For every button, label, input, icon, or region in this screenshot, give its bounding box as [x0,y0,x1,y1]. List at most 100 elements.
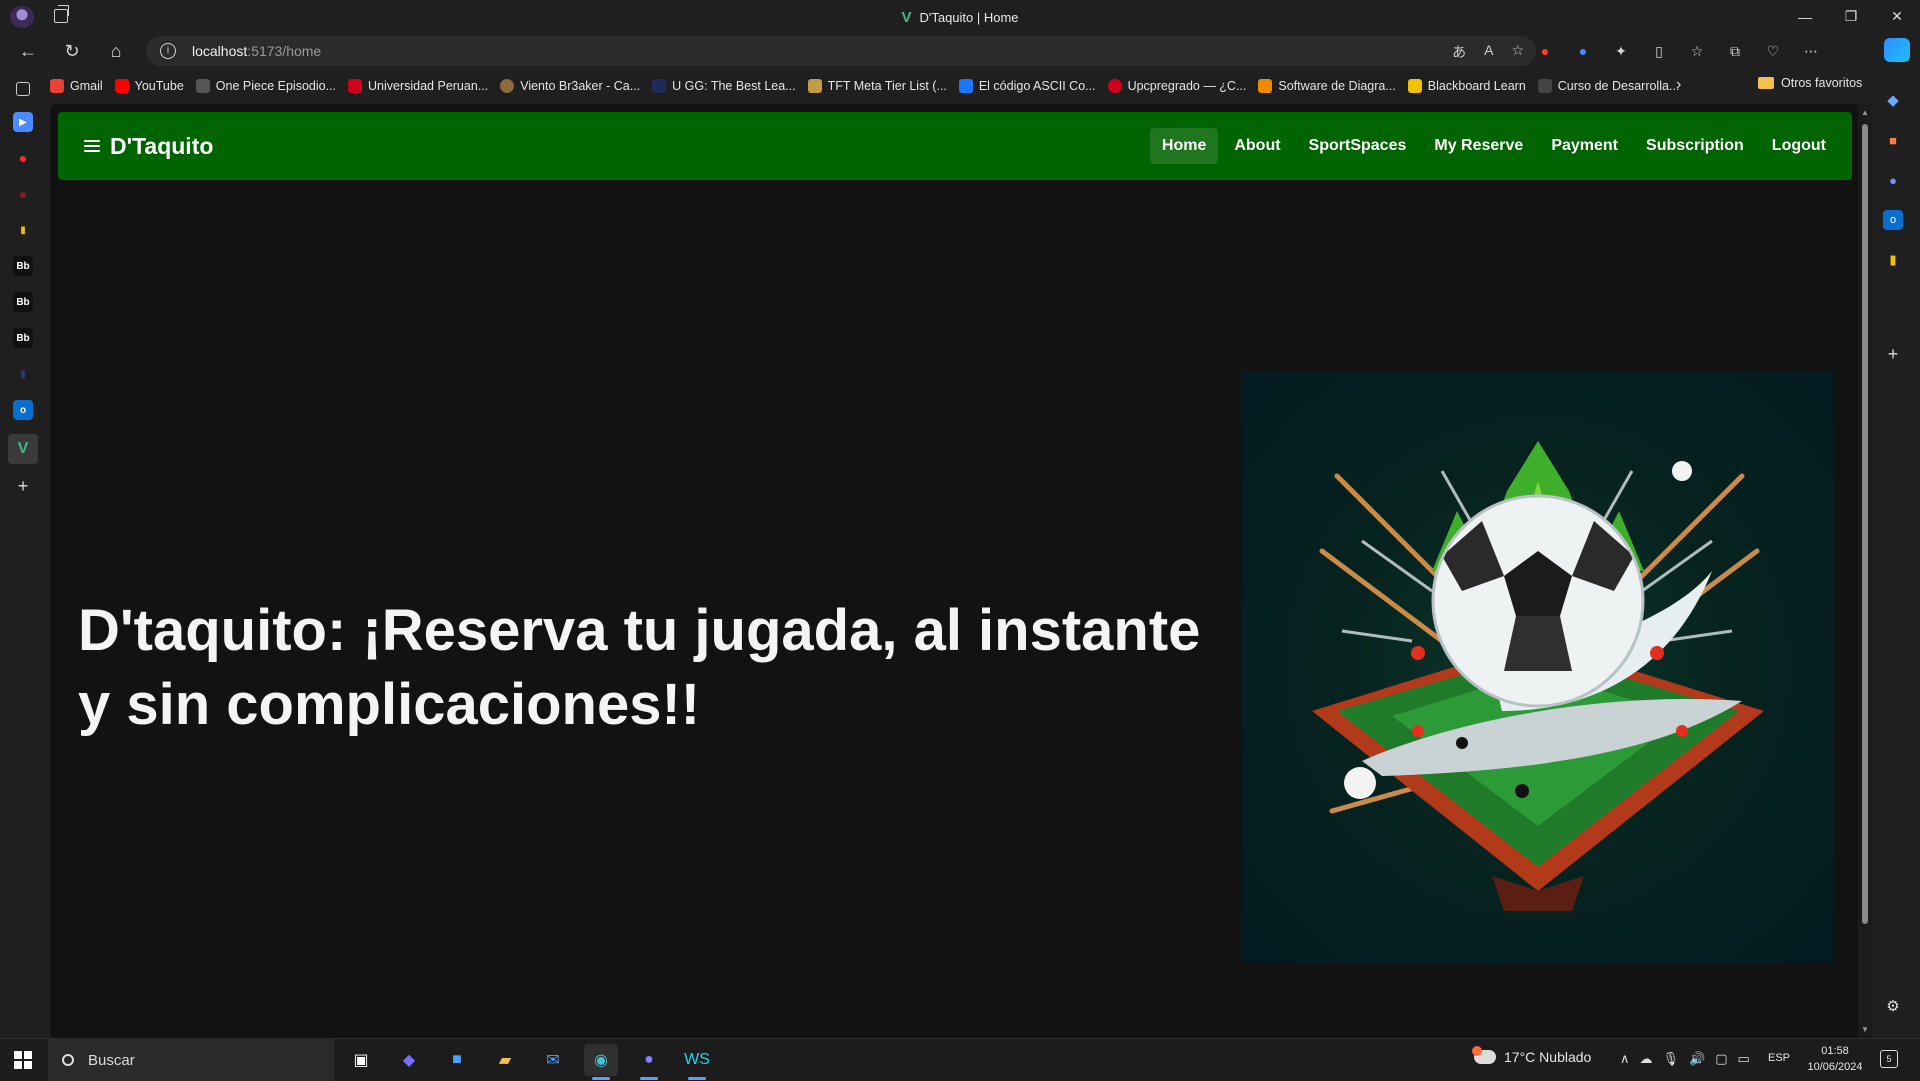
nav-payment[interactable]: Payment [1539,128,1630,164]
copilot-taskbar-icon[interactable]: ◆ [392,1044,426,1076]
menu-hamburger-icon[interactable] [84,140,100,152]
file-explorer-icon[interactable]: ▰ [488,1044,522,1076]
blackboard-tab-icon[interactable]: Bb [13,292,33,312]
favorites-icon[interactable]: ☆ [1687,41,1707,61]
favorite-star-icon[interactable]: ☆ [1511,42,1524,62]
shopping-tag-icon[interactable]: ◆ [1883,90,1903,110]
sidebar-settings-gear-icon[interactable]: ⚙ [1883,996,1903,1016]
bookmark-item[interactable]: El código ASCII Co... [958,79,1096,93]
outlook-icon[interactable]: o [1883,210,1903,230]
edge-browser-icon[interactable]: ◉ [584,1044,618,1080]
nav-subscription[interactable]: Subscription [1634,128,1756,164]
bookmark-favicon-icon [652,79,667,93]
read-aloud-icon[interactable]: A [1484,42,1493,62]
url-host: localhost [192,43,248,59]
webstorm-icon[interactable]: WS [680,1044,714,1080]
task-view-icon[interactable]: ▣ [344,1044,378,1076]
bookmark-item[interactable]: Upcpregrado — ¿C... [1107,79,1246,93]
restore-button[interactable]: ❐ [1828,0,1874,33]
address-bar[interactable]: i localhost:5173/home あ A ☆ [146,36,1536,66]
scroll-down-arrow-icon[interactable]: ▼ [1861,1025,1869,1034]
home-icon[interactable]: ⌂ [102,39,130,63]
refresh-icon[interactable]: ↻ [58,39,86,63]
translate-icon[interactable]: あ [1452,42,1466,62]
edge-sidebar: ◆ ■ ● o ▮ + ⚙ [1866,72,1920,1038]
add-sidebar-app-plus-icon[interactable]: + [1883,344,1903,364]
nav-my-reserve[interactable]: My Reserve [1422,128,1535,164]
volume-icon[interactable]: 🔊 [1689,1051,1705,1067]
nav-logout[interactable]: Logout [1760,128,1838,164]
bookmark-label: One Piece Episodio... [215,79,336,93]
page-viewport: D'Taquito Home About SportSpaces My Rese… [50,104,1860,1038]
onedrive-cloud-icon[interactable]: ☁ [1640,1051,1653,1067]
extension-blue-icon[interactable]: ● [1573,41,1593,61]
chart-app-icon[interactable]: ▮ [1883,250,1903,270]
network-icon[interactable]: ▭ [1738,1051,1750,1067]
extensions-puzzle-icon[interactable]: ✦ [1611,41,1631,61]
app-brand[interactable]: D'Taquito [110,133,213,160]
scroll-up-arrow-icon[interactable]: ▲ [1861,108,1869,117]
camera-icon[interactable]: ▢ [1715,1051,1727,1067]
clock-time: 01:58 [1821,1045,1849,1057]
bookmark-item[interactable]: Curso de Desarrolla... [1537,79,1679,93]
discord-icon[interactable]: ● [632,1044,666,1080]
store-icon[interactable]: ■ [440,1044,474,1076]
split-screen-icon[interactable]: ▯ [1649,41,1669,61]
games-icon[interactable]: ● [1883,170,1903,190]
weather-widget[interactable]: 17°C Nublado [1472,1046,1591,1065]
site-info-icon[interactable]: i [160,43,176,59]
back-arrow-icon[interactable]: ← [14,39,42,63]
tools-briefcase-icon[interactable]: ■ [1883,130,1903,150]
new-tab-plus-icon[interactable]: + [13,476,33,496]
url-text[interactable]: localhost:5173/home [192,43,321,59]
bookmark-favicon-icon [1107,79,1122,93]
bookmark-label: Viento Br3aker - Ca... [520,79,641,93]
collections-icon[interactable]: ⧉ [1725,41,1745,61]
bookmark-label: Blackboard Learn [1427,79,1526,93]
system-clock[interactable]: 01:58 10/06/2024 [1800,1043,1870,1075]
bookmark-item[interactable]: One Piece Episodio... [195,79,336,93]
tab-favicon-icon[interactable]: ▶ [13,112,33,132]
nav-sportspaces[interactable]: SportSpaces [1297,128,1419,164]
notifications-icon[interactable]: 5 [1880,1050,1898,1068]
bookmark-label: U GG: The Best Lea... [672,79,796,93]
bookmark-item[interactable]: Universidad Peruan... [348,79,488,93]
ugg-tab-icon[interactable]: ▮ [13,364,33,384]
minimize-button[interactable]: — [1782,0,1828,33]
copilot-icon[interactable] [1884,38,1910,62]
taskbar-search[interactable]: Buscar [48,1039,334,1081]
close-button[interactable]: ✕ [1874,0,1920,33]
performance-icon[interactable]: ♡ [1763,41,1783,61]
nav-home[interactable]: Home [1149,128,1219,164]
bookmark-item[interactable]: TFT Meta Tier List (... [807,79,947,93]
bookmarks-overflow-chevron-icon[interactable]: › [1676,76,1681,94]
bookmark-label: Gmail [70,79,103,93]
scrollbar-thumb[interactable] [1862,124,1868,924]
microphone-icon[interactable]: 🎙 [1663,1051,1680,1067]
bookmark-item[interactable]: Software de Diagra... [1258,79,1396,93]
vue-tab-icon[interactable]: V [8,434,38,464]
mail-icon[interactable]: ✉ [536,1044,570,1076]
bookmark-favicon-icon [807,79,822,93]
other-favorites-folder[interactable]: Otros favoritos [1758,76,1862,90]
bookmark-item[interactable]: Gmail [50,79,103,93]
windows-start-icon[interactable] [14,1051,32,1069]
chart-tab-icon[interactable]: ▮ [13,220,33,240]
extension-red-icon[interactable]: ● [1535,41,1555,61]
outlook-tab-icon[interactable]: o [13,400,33,420]
youtube-tab-icon[interactable]: ● [13,184,33,204]
bookmark-favicon-icon [958,79,973,93]
youtube-tab-icon[interactable]: ● [13,148,33,168]
bookmark-item[interactable]: U GG: The Best Lea... [652,79,796,93]
bookmark-item[interactable]: Blackboard Learn [1407,79,1526,93]
tray-overflow-chevron-icon[interactable]: ∧ [1620,1051,1630,1067]
bookmark-item[interactable]: Viento Br3aker - Ca... [500,79,640,93]
language-indicator[interactable]: ESP [1768,1052,1790,1064]
nav-about[interactable]: About [1222,128,1292,164]
page-scrollbar[interactable]: ▲ ▼ [1858,104,1872,1038]
tab-actions-icon[interactable] [16,82,30,96]
blackboard-tab-icon[interactable]: Bb [13,328,33,348]
blackboard-tab-icon[interactable]: Bb [13,256,33,276]
more-menu-icon[interactable]: ⋯ [1801,41,1821,61]
bookmark-item[interactable]: YouTube [114,79,184,93]
